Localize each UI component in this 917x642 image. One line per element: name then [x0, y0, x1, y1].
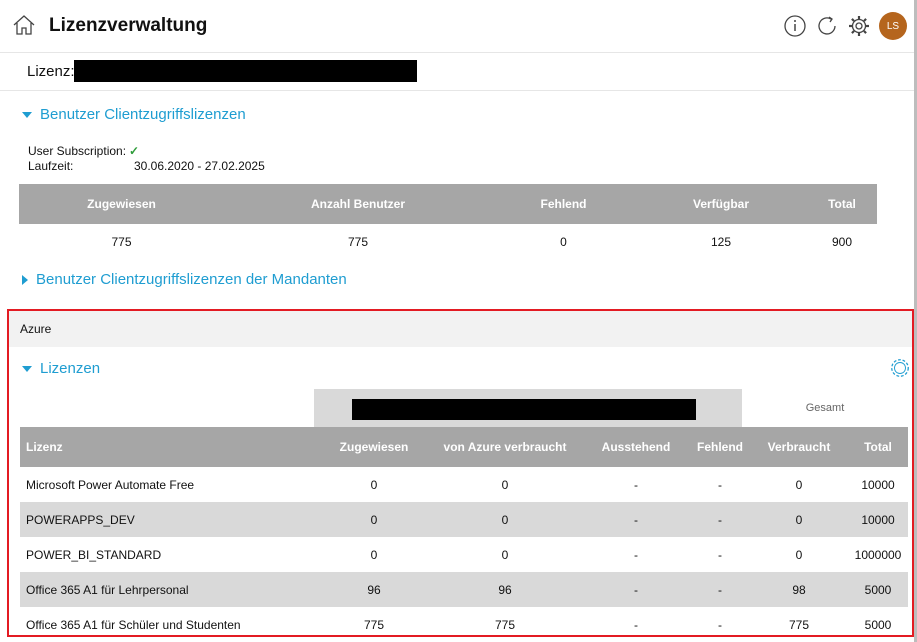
caret-down-icon [22, 111, 32, 118]
license-row: Lizenz: [0, 52, 917, 91]
table-cell: - [690, 502, 750, 537]
table-cell: 0 [795, 547, 803, 562]
column-header: Verbraucht [750, 427, 848, 467]
section-tenant-cal-toggle[interactable]: Benutzer Clientzugriffslizenzen der Mand… [22, 271, 347, 288]
table-header-row: Zugewiesen Anzahl Benutzer Fehlend Verfü… [19, 184, 877, 224]
table-cell: 96 [320, 572, 428, 607]
table-cell: - [718, 477, 722, 492]
column-header: Lizenz [20, 427, 320, 467]
user-cal-table: Zugewiesen Anzahl Benutzer Fehlend Verfü… [19, 184, 877, 259]
gear-icon[interactable] [847, 14, 871, 38]
column-header: Fehlend [492, 184, 635, 224]
header-actions: LS [783, 10, 907, 42]
loading-spinner-icon [891, 359, 909, 377]
section-tenant-cal-title: Benutzer Clientzugriffslizenzen der Mand… [36, 271, 347, 288]
table-cell: 900 [831, 234, 853, 249]
table-cell: 0 [370, 547, 378, 562]
license-name: Office 365 A1 für Lehrpersonal [20, 572, 320, 607]
caret-down-icon [22, 365, 32, 372]
table-cell: 775 [494, 617, 516, 632]
azure-licenses-title: Lizenzen [40, 360, 101, 377]
azure-header: Azure [9, 311, 912, 347]
table-cell: 0 [428, 502, 582, 537]
license-name: Microsoft Power Automate Free [26, 477, 195, 492]
table-cell: - [582, 502, 690, 537]
subscription-label: User Subscription: [28, 144, 127, 158]
check-icon: ✓ [129, 144, 140, 158]
user-avatar[interactable]: LS [879, 12, 907, 40]
license-name: Office 365 A1 für Schüler und Studenten [26, 617, 241, 632]
azure-license-table: Lizenz Zugewiesen von Azure verbraucht A… [20, 427, 908, 635]
table-cell: 96 [428, 572, 582, 607]
column-header: Fehlend [690, 427, 750, 467]
table-cell: - [690, 572, 750, 607]
runtime-label: Laufzeit: [28, 159, 74, 173]
table-row[interactable]: Office 365 A1 für Lehrpersonal 96 96 - -… [20, 572, 908, 607]
table-cell: 775 [788, 617, 810, 632]
license-value-redacted [74, 60, 417, 82]
redacted-bar [352, 399, 696, 420]
table-cell: 775 [347, 234, 369, 249]
table-row[interactable]: POWER_BI_STANDARD 0 0 - - 0 1000000 [20, 537, 908, 572]
table-row[interactable]: POWERAPPS_DEV 0 0 - - 0 10000 [20, 502, 908, 537]
table-header-row: Lizenz Zugewiesen von Azure verbraucht A… [20, 427, 908, 467]
license-label: Lizenz: [27, 63, 75, 80]
azure-section: Azure Lizenzen Gesamt Lizenz Zugewiesen … [7, 309, 914, 637]
table-row[interactable]: Microsoft Power Automate Free 0 0 - - 0 … [20, 467, 908, 502]
azure-licenses-toggle[interactable]: Lizenzen [22, 360, 100, 377]
column-group-total: Gesamt [805, 402, 845, 414]
home-icon[interactable] [12, 13, 36, 37]
column-header: Verfügbar [635, 184, 807, 224]
section-user-cal-title: Benutzer Clientzugriffslizenzen [40, 106, 246, 123]
table-cell: 0 [560, 234, 567, 249]
subscription-info: User Subscription: ✓ Laufzeit: 30.06.202… [28, 144, 265, 174]
license-name: POWERAPPS_DEV [20, 502, 320, 537]
table-cell: 10000 [861, 477, 895, 492]
section-user-cal-toggle[interactable]: Benutzer Clientzugriffslizenzen [22, 106, 246, 123]
column-header: Total [848, 427, 908, 467]
table-row: 775 775 0 125 900 [19, 224, 877, 259]
table-cell: 0 [370, 477, 378, 492]
table-cell: 5000 [864, 617, 892, 632]
column-header: Ausstehend [582, 427, 690, 467]
table-cell: 0 [795, 477, 803, 492]
table-cell: - [634, 477, 638, 492]
table-cell: 0 [750, 502, 848, 537]
runtime-value: 30.06.2020 - 27.02.2025 [134, 159, 265, 173]
column-header: Zugewiesen [320, 427, 428, 467]
table-cell: 5000 [848, 572, 908, 607]
table-cell: - [634, 617, 638, 632]
table-cell: 775 [111, 234, 132, 249]
caret-right-icon [22, 274, 28, 285]
table-cell: 775 [363, 617, 385, 632]
refresh-icon[interactable] [815, 14, 839, 38]
column-group-redacted [314, 389, 742, 427]
table-cell: - [718, 547, 722, 562]
azure-title: Azure [20, 322, 52, 336]
table-cell: - [718, 617, 722, 632]
column-header: Total [807, 184, 877, 224]
table-cell: 0 [501, 547, 509, 562]
table-cell: - [634, 547, 638, 562]
table-row[interactable]: Office 365 A1 für Schüler und Studenten … [20, 607, 908, 635]
column-header: von Azure verbraucht [428, 427, 582, 467]
table-cell: 10000 [848, 502, 908, 537]
table-cell: 98 [750, 572, 848, 607]
info-icon[interactable] [783, 14, 807, 38]
top-bar: Lizenzverwaltung LS [0, 0, 917, 53]
table-cell: - [582, 572, 690, 607]
column-header: Zugewiesen [19, 184, 224, 224]
table-cell: 1000000 [854, 547, 902, 562]
column-header: Anzahl Benutzer [224, 184, 492, 224]
table-cell: 0 [320, 502, 428, 537]
page-title: Lizenzverwaltung [49, 15, 208, 36]
table-cell: 0 [501, 477, 509, 492]
license-name: POWER_BI_STANDARD [26, 547, 162, 562]
table-cell: 125 [710, 234, 732, 249]
